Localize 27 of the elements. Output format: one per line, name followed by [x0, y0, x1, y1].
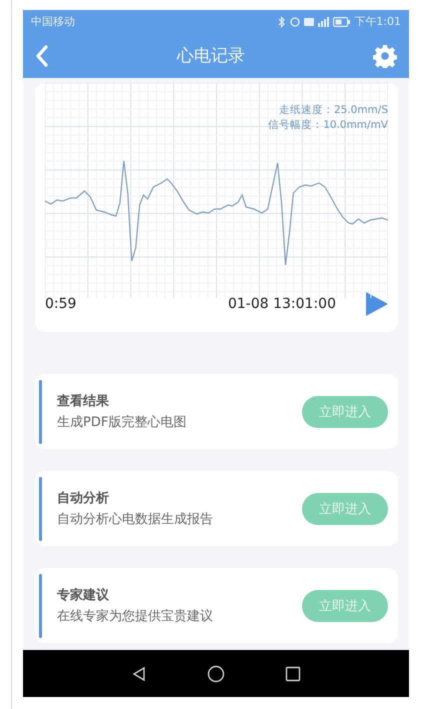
back-icon[interactable] — [131, 666, 147, 682]
accent-bar — [39, 574, 42, 638]
clock-time: 下午1:01 — [354, 14, 401, 29]
bluetooth-icon — [278, 16, 286, 28]
recent-apps-icon[interactable] — [285, 666, 301, 682]
duration-label: 0:59 — [45, 296, 76, 312]
signal-icon — [318, 16, 330, 26]
play-icon[interactable] — [366, 292, 388, 316]
action-description: 生成PDF版完整心电图 — [57, 414, 188, 431]
action-title: 专家建议 — [57, 586, 110, 604]
action-description: 自动分析心电数据生成报告 — [57, 511, 214, 528]
paper-speed-label: 走纸速度：25.0mm/S — [278, 103, 388, 118]
carrier-name: 中国移动 — [31, 14, 75, 29]
action-title: 查看结果 — [57, 393, 110, 410]
accent-bar — [39, 476, 42, 540]
settings-icon[interactable] — [373, 44, 397, 68]
home-icon[interactable] — [207, 664, 225, 682]
action-title: 自动分析 — [57, 490, 110, 507]
enter-button[interactable]: 立即进入 — [302, 492, 388, 524]
timestamp-label: 01-08 13:01:00 — [228, 296, 336, 312]
enter-button[interactable]: 立即进入 — [302, 396, 388, 428]
battery-icon — [333, 16, 350, 26]
accent-bar — [39, 380, 42, 444]
page-title: 心电记录 — [177, 45, 245, 67]
action-description: 在线专家为您提供宝贵建议 — [57, 608, 214, 625]
amplitude-label: 信号幅度：10.0mm/mV — [268, 118, 388, 133]
enter-button[interactable]: 立即进入 — [302, 590, 388, 622]
